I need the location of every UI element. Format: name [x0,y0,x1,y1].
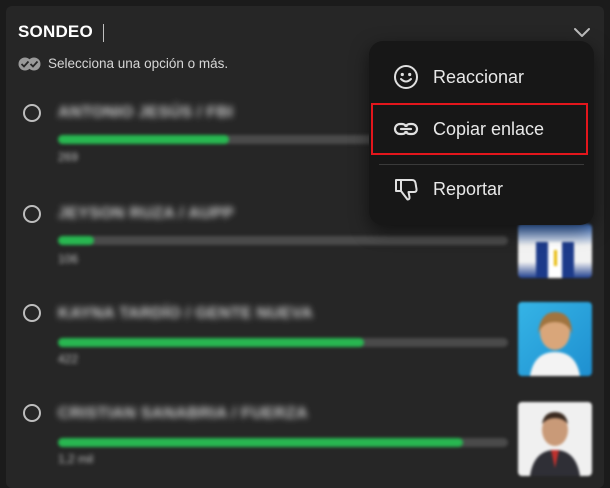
vote-bar-fill [58,438,463,447]
vote-bar [58,236,508,245]
candidate-photo [518,224,592,278]
option-label: CRISTIAN SANABRIA / FUERZA [58,405,308,422]
poll-option[interactable]: KAYNA TARDÍO / GENTE NUEVA 422 [6,300,604,380]
poll-option[interactable]: CRISTIAN SANABRIA / FUERZA 1,2 mil [6,400,604,480]
menu-item-report[interactable]: Reportar [379,167,584,211]
context-menu: Reaccionar Copiar enlace Reportar [369,41,594,225]
vote-count: 1,2 mil [58,452,94,466]
menu-divider [379,164,584,165]
menu-item-label: Reportar [433,178,504,199]
menu-item-copy-link[interactable]: Copiar enlace [371,103,588,155]
option-radio[interactable] [23,404,41,422]
menu-item-react[interactable]: Reaccionar [379,55,584,99]
poll-title: SONDEO [18,22,93,41]
vote-bar [58,338,508,347]
poll-subtitle: Selecciona una opción o más. [18,56,228,71]
poll-subtitle-text: Selecciona una opción o más. [48,56,229,71]
option-label: KAYNA TARDÍO / GENTE NUEVA [58,305,313,322]
smiley-icon [394,65,418,89]
thumbs-down-icon [395,179,418,201]
vote-bar [58,438,508,447]
menu-item-label: Reaccionar [433,66,525,87]
vote-count: 269 [58,150,79,164]
option-radio[interactable] [23,205,41,223]
candidate-photo [518,402,592,476]
option-label: ANTONIO JESÚS / FBI [58,104,234,121]
text-cursor [103,24,104,42]
vote-count: 422 [58,352,79,366]
vote-bar-fill [58,338,364,347]
link-icon [393,122,419,136]
vote-bar-fill [58,135,229,144]
candidate-photo [518,302,592,376]
vote-count: 106 [58,252,79,266]
menu-item-label: Copiar enlace [433,118,545,139]
option-label: JEYSON RUZA / AUPP [58,205,234,222]
option-radio[interactable] [23,304,41,322]
vote-bar-fill [58,236,94,245]
option-radio[interactable] [23,104,41,122]
double-check-icon [18,57,41,70]
